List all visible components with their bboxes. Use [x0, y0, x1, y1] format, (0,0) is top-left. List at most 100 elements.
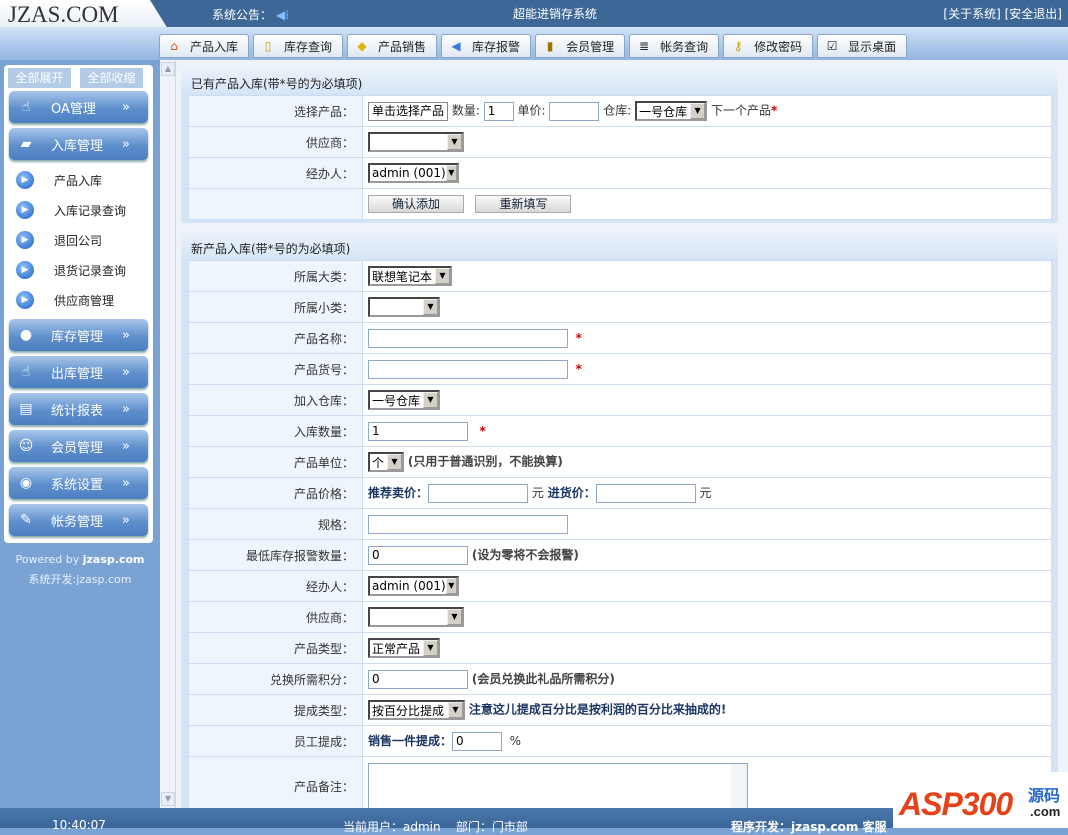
field-label: 产品货号：: [188, 353, 363, 385]
expand-all-button[interactable]: 全部展开: [8, 68, 71, 88]
required-star: *: [770, 103, 778, 118]
submenu-label: 供应商管理: [54, 293, 115, 308]
dropdown-arrow-icon: ▼: [447, 134, 462, 150]
points-input[interactable]: 0: [368, 669, 468, 689]
form-row: 提成类型： 按百分比提成 ▼ 注意这儿提成百分比是按利润的百分比来抽成的!: [188, 694, 1052, 726]
dropdown-arrow-icon: ▼: [423, 392, 438, 408]
submenu-label: 退货记录查询: [54, 263, 127, 278]
field-label: 产品类型：: [188, 632, 363, 664]
per-item-label: 销售一件提成：: [368, 733, 453, 748]
sell-price-input[interactable]: [428, 483, 529, 503]
next-product-link[interactable]: 下一个产品: [711, 104, 771, 118]
handler-select[interactable]: admin (001) ▼: [368, 163, 459, 183]
unit-select[interactable]: 个 ▼: [368, 452, 404, 472]
sidebar-item-oa[interactable]: ☝ OA管理 »: [9, 91, 148, 123]
field-label: 最低库存报警数量：: [188, 539, 363, 571]
warehouse-select[interactable]: 一号仓库 ▼: [368, 390, 440, 410]
form-row: 员工提成： 销售一件提成： 0 %: [188, 725, 1052, 757]
in-qty-input[interactable]: 1: [368, 421, 468, 441]
scroll-up-icon[interactable]: ▲: [161, 62, 175, 76]
field-label: 产品备注：: [188, 756, 363, 808]
speaker-icon: ◀: [451, 39, 461, 53]
chevron-icon: »: [122, 99, 130, 115]
form-row: 最低库存报警数量： 0 (设为零将不会报警): [188, 539, 1052, 571]
tab-stock-alarm[interactable]: ◀ 库存报警: [441, 34, 532, 58]
remark-textarea[interactable]: [368, 763, 748, 808]
right-scrollbar[interactable]: [1058, 60, 1068, 808]
sidebar-item-members[interactable]: ☺ 会员管理 »: [9, 430, 148, 462]
submenu-label: 退回公司: [54, 233, 103, 248]
desktop-icon: ☑: [826, 39, 838, 53]
product-code-input[interactable]: [368, 359, 568, 379]
form-row: 所属小类： ▼: [188, 291, 1052, 323]
price-input[interactable]: [549, 101, 600, 121]
dropdown-arrow-icon: ▼: [423, 299, 438, 315]
commission-type-select[interactable]: 按百分比提成 ▼: [368, 700, 465, 720]
form-row: 兑换所需积分： 0 (会员兑换此礼品所需积分): [188, 663, 1052, 695]
menu-label: OA管理: [51, 101, 96, 117]
select-value: 一号仓库: [639, 104, 688, 119]
spec-input[interactable]: [368, 514, 568, 534]
tab-label: 产品入库: [190, 39, 239, 54]
tab-stock-query[interactable]: ▯ 库存查询: [253, 34, 344, 58]
select-product-button[interactable]: 单击选择产品: [368, 101, 448, 121]
reset-button[interactable]: 重新填写: [475, 195, 572, 213]
sidebar-item-reports[interactable]: ▤ 统计报表 »: [9, 393, 148, 425]
scroll-down-icon[interactable]: ▼: [161, 792, 175, 806]
form-row: 选择产品： 单击选择产品 数量: 1 单价: 仓库: 一号仓库 ▼ 下一个产品*: [188, 95, 1052, 127]
form-row: 规格：: [188, 508, 1052, 540]
report-icon: ▤: [19, 401, 33, 417]
form-row: 供应商： ▼: [188, 126, 1052, 158]
play-icon: ▶: [16, 291, 34, 309]
handler-select[interactable]: admin (001) ▼: [368, 576, 459, 596]
tab-change-password[interactable]: ⚷ 修改密码: [723, 34, 814, 58]
sidebar-item-accounts[interactable]: ✎ 帐务管理 »: [9, 504, 148, 536]
tab-product-sales[interactable]: ◆ 产品销售: [347, 34, 438, 58]
sidebar-item-stock-out[interactable]: ☝ 出库管理 »: [9, 356, 148, 388]
tab-label: 库存查询: [284, 39, 333, 54]
min-stock-input[interactable]: 0: [368, 545, 468, 565]
tab-label: 产品销售: [378, 39, 427, 54]
required-star: *: [479, 423, 486, 438]
submenu-product-in[interactable]: ▶ 产品入库: [16, 169, 102, 191]
logout-link[interactable]: [安全退出]: [1005, 7, 1062, 21]
tab-show-desktop[interactable]: ☑ 显示桌面: [817, 34, 908, 58]
staff-commission-input[interactable]: 0: [452, 731, 503, 751]
tab-member[interactable]: ▮ 会员管理: [535, 34, 626, 58]
smiley-icon: ☺: [18, 438, 34, 454]
dropdown-arrow-icon: ▼: [423, 640, 438, 656]
textarea-scrollbar[interactable]: [731, 764, 747, 808]
field-label: 加入仓库：: [188, 384, 363, 416]
menu-label: 会员管理: [51, 440, 104, 456]
submenu-suppliers[interactable]: ▶ 供应商管理: [16, 289, 114, 311]
field-label: 产品名称：: [188, 322, 363, 354]
supplier-select[interactable]: ▼: [368, 132, 464, 152]
qty-input[interactable]: 1: [483, 101, 514, 121]
product-type-select[interactable]: 正常产品 ▼: [368, 638, 440, 658]
sidebar-item-stock-in[interactable]: ▰ 入库管理 »: [9, 128, 148, 160]
category-select[interactable]: 联想笔记本 ▼: [368, 266, 452, 286]
form-row: 产品名称： *: [188, 322, 1052, 354]
about-link[interactable]: [关于系统]: [943, 7, 1000, 21]
buy-price-label: 进货价：: [547, 485, 596, 500]
sidebar-item-stock[interactable]: ● 库存管理 »: [9, 319, 148, 351]
supplier-select[interactable]: ▼: [368, 607, 464, 627]
subcategory-select[interactable]: ▼: [368, 297, 440, 317]
left-scrollbar[interactable]: ▲ ▼: [160, 60, 176, 808]
confirm-add-button[interactable]: 确认添加: [368, 195, 464, 213]
tab-product-in[interactable]: ⌂ 产品入库: [159, 34, 250, 58]
submenu-return-records[interactable]: ▶ 退货记录查询: [16, 259, 126, 281]
chevron-icon: »: [122, 401, 130, 417]
sidebar-item-settings[interactable]: ◉ 系统设置 »: [9, 467, 148, 499]
buy-price-input[interactable]: [595, 483, 696, 503]
commission-note: 注意这儿提成百分比是按利润的百分比来抽成的!: [468, 702, 727, 717]
play-icon: ▶: [16, 231, 34, 249]
play-icon: ▶: [16, 261, 34, 279]
product-name-input[interactable]: [368, 328, 568, 348]
submenu-in-records[interactable]: ▶ 入库记录查询: [16, 199, 126, 221]
notice: 系统公告： ◀⁞: [212, 6, 289, 23]
warehouse-select[interactable]: 一号仓库 ▼: [635, 101, 708, 121]
submenu-return[interactable]: ▶ 退回公司: [16, 229, 102, 251]
collapse-all-button[interactable]: 全部收缩: [80, 68, 143, 88]
tab-accounts[interactable]: ≣ 帐务查询: [629, 34, 720, 58]
